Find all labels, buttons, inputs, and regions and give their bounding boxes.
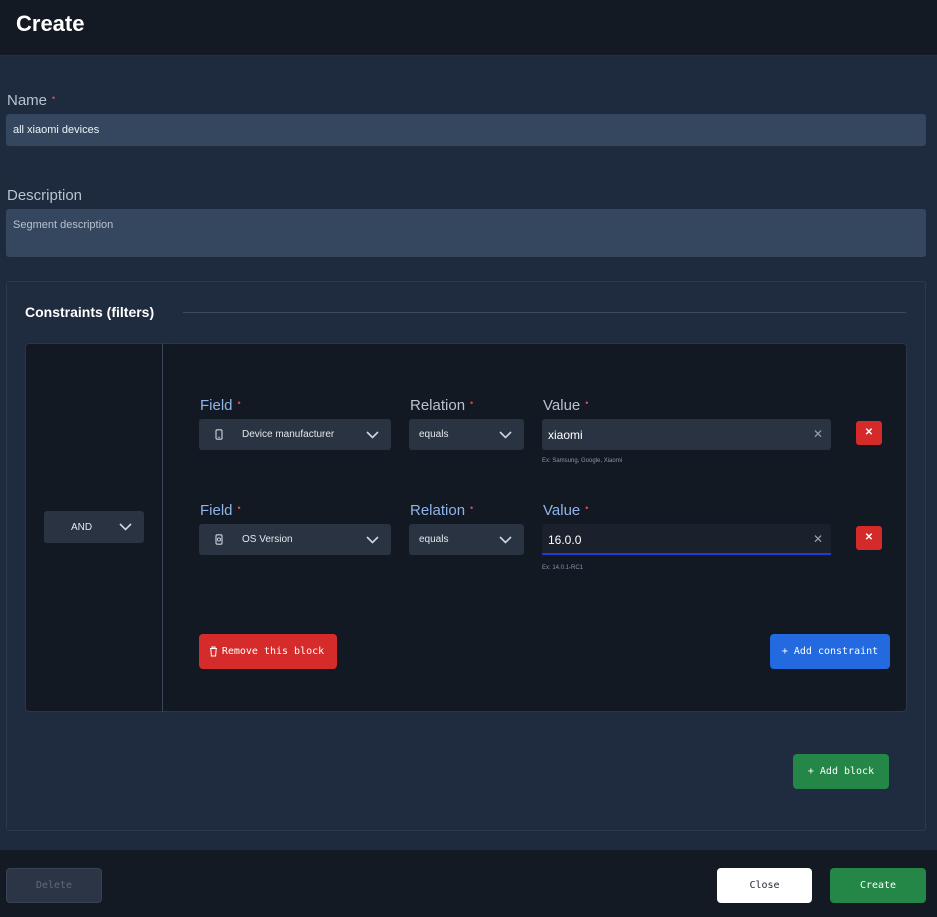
required-marker: • — [237, 503, 241, 513]
relation-select[interactable]: equals — [409, 419, 524, 450]
name-input-value: all xiaomi devices — [13, 124, 100, 136]
chevron-down-icon — [499, 431, 512, 439]
value-label-text: Value — [543, 502, 581, 519]
operator-value: AND — [71, 522, 93, 533]
field-select[interactable]: OS Version — [199, 524, 391, 555]
remove-block-label: Remove this block — [221, 646, 325, 657]
required-marker: • — [585, 503, 589, 513]
required-marker: • — [52, 93, 56, 103]
field-select-value: OS Version — [242, 534, 293, 545]
value-input[interactable]: 16.0.0 ✕ — [542, 524, 831, 555]
smartphone-icon — [215, 429, 223, 440]
field-label: Field • — [200, 502, 241, 519]
relation-select[interactable]: equals — [409, 524, 524, 555]
chevron-down-icon — [366, 536, 379, 544]
required-marker: • — [585, 398, 589, 408]
relation-select-value: equals — [419, 429, 449, 440]
field-select[interactable]: Device manufacturer — [199, 419, 391, 450]
value-label-text: Value — [543, 397, 581, 414]
chevron-down-icon — [499, 536, 512, 544]
value-input-text: 16.0.0 — [548, 533, 582, 547]
value-label: Value • — [543, 397, 588, 414]
description-label: Description — [7, 187, 83, 204]
value-label: Value • — [543, 502, 588, 519]
value-input[interactable]: xiaomi ✕ — [542, 419, 831, 450]
close-button[interactable]: Close — [717, 868, 812, 903]
field-label: Field • — [200, 397, 241, 414]
field-select-value: Device manufacturer — [242, 429, 335, 440]
chevron-down-icon — [366, 431, 379, 439]
field-label-text: Field — [200, 397, 233, 414]
relation-label-text: Relation — [410, 502, 466, 519]
chevron-down-icon — [119, 523, 132, 531]
relation-label-text: Relation — [410, 397, 466, 414]
constraints-title: Constraints (filters) — [25, 304, 155, 320]
section-divider — [183, 312, 906, 313]
trash-icon — [210, 646, 217, 657]
clear-icon[interactable]: ✕ — [813, 427, 823, 441]
page-title: Create — [16, 11, 85, 36]
required-marker: • — [237, 398, 241, 408]
relation-label: Relation • — [410, 397, 473, 414]
remove-block-button[interactable]: Remove this block — [199, 634, 337, 669]
create-button[interactable]: Create — [830, 868, 926, 903]
value-input-text: xiaomi — [548, 428, 583, 442]
dialog-header: Create — [0, 0, 937, 56]
operator-select[interactable]: AND — [44, 511, 144, 543]
required-marker: • — [470, 503, 474, 513]
delete-button[interactable]: Delete — [6, 868, 102, 903]
description-placeholder: Segment description — [13, 219, 114, 231]
name-input[interactable]: all xiaomi devices — [6, 114, 926, 146]
delete-constraint-button[interactable]: ✕ — [856, 421, 882, 445]
name-label: Name • — [7, 92, 55, 109]
device-settings-icon — [215, 534, 223, 545]
name-label-text: Name — [7, 92, 48, 109]
field-label-text: Field — [200, 502, 233, 519]
delete-constraint-button[interactable]: ✕ — [856, 526, 882, 550]
value-hint: Ex: Samsung, Google, Xiaomi — [542, 458, 623, 464]
relation-label: Relation • — [410, 502, 473, 519]
add-constraint-button[interactable]: + Add constraint — [770, 634, 890, 669]
description-input[interactable]: Segment description — [6, 209, 926, 257]
required-marker: • — [470, 398, 474, 408]
relation-select-value: equals — [419, 534, 449, 545]
add-block-button[interactable]: + Add block — [793, 754, 889, 789]
value-hint: Ex: 14.0.1-RC1 — [542, 565, 584, 571]
clear-icon[interactable]: ✕ — [813, 532, 823, 546]
